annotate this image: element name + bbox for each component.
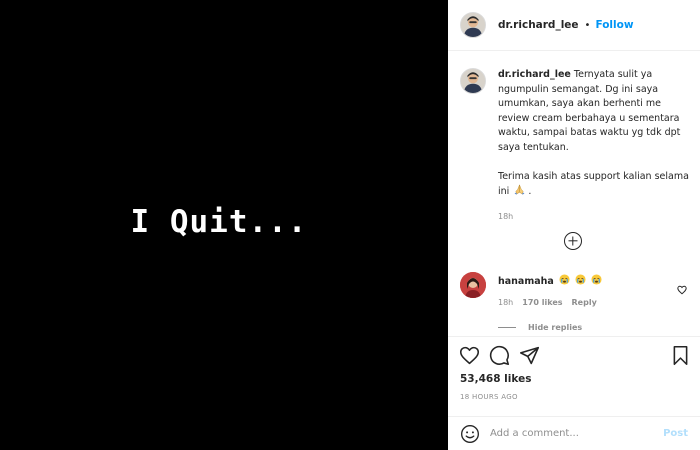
comment-like-heart-icon[interactable] <box>677 280 687 295</box>
media-text: I Quit... <box>130 204 308 240</box>
commenter-avatar[interactable] <box>460 272 486 298</box>
caption-text: dr.richard_lee Ternyata sulit ya ngumpul… <box>498 68 690 200</box>
hide-replies-button[interactable]: Hide replies <box>498 323 690 332</box>
crying-face-icon <box>573 274 589 287</box>
load-more-comments-button[interactable] <box>564 232 582 250</box>
caption: dr.richard_lee Ternyata sulit ya ngumpul… <box>460 68 690 221</box>
caption-period: . <box>528 186 532 198</box>
post-timestamp[interactable]: 18 HOURS AGO <box>460 393 518 401</box>
praying-hands-icon <box>512 184 528 197</box>
caption-avatar[interactable] <box>460 68 486 94</box>
likes-count[interactable]: 53,468 likes <box>460 373 531 385</box>
caption-username[interactable]: dr.richard_lee <box>498 69 571 80</box>
hide-replies-label: Hide replies <box>528 323 583 332</box>
crying-face-icon <box>557 274 573 287</box>
save-bookmark-icon[interactable] <box>670 345 691 366</box>
author-avatar[interactable] <box>460 12 486 38</box>
comment-time[interactable]: 18h <box>498 298 513 307</box>
caption-gap <box>498 156 690 170</box>
caption-time[interactable]: 18h <box>498 212 690 221</box>
post-side-panel: dr.richard_lee • Follow dr.richard_lee T… <box>448 0 700 450</box>
post-comment-button[interactable]: Post <box>663 428 688 439</box>
add-comment-input[interactable] <box>490 428 664 439</box>
reply-button[interactable]: Reply <box>572 298 597 307</box>
header-separator: • <box>584 19 591 31</box>
comments-area[interactable]: dr.richard_lee Ternyata sulit ya ngumpul… <box>448 52 700 336</box>
hide-replies-line <box>498 327 516 328</box>
share-paper-plane-icon[interactable] <box>519 345 540 366</box>
commenter-username[interactable]: hanamaha <box>498 276 554 287</box>
add-comment-bar: Post <box>448 416 700 450</box>
post-header: dr.richard_lee • Follow <box>448 0 700 51</box>
post-actions-section: 53,468 likes 18 HOURS AGO <box>448 336 700 416</box>
like-heart-icon[interactable] <box>459 345 480 366</box>
follow-button[interactable]: Follow <box>595 19 633 31</box>
comment-likes[interactable]: 170 likes <box>522 298 562 307</box>
author-username[interactable]: dr.richard_lee <box>498 19 579 31</box>
comment-text: hanamaha <box>498 272 690 289</box>
crying-face-icon <box>589 274 602 287</box>
emoji-smile-icon[interactable] <box>460 424 480 444</box>
caption-paragraph-1: Ternyata sulit ya ngumpulin semangat. Dg… <box>498 69 681 153</box>
action-bar <box>459 345 691 367</box>
post-media: I Quit... <box>0 0 448 450</box>
comment-meta: 18h 170 likes Reply <box>498 298 690 307</box>
comment-bubble-icon[interactable] <box>489 345 510 366</box>
comment-item: hanamaha 18h 170 likes Reply Hide replie… <box>460 272 690 332</box>
